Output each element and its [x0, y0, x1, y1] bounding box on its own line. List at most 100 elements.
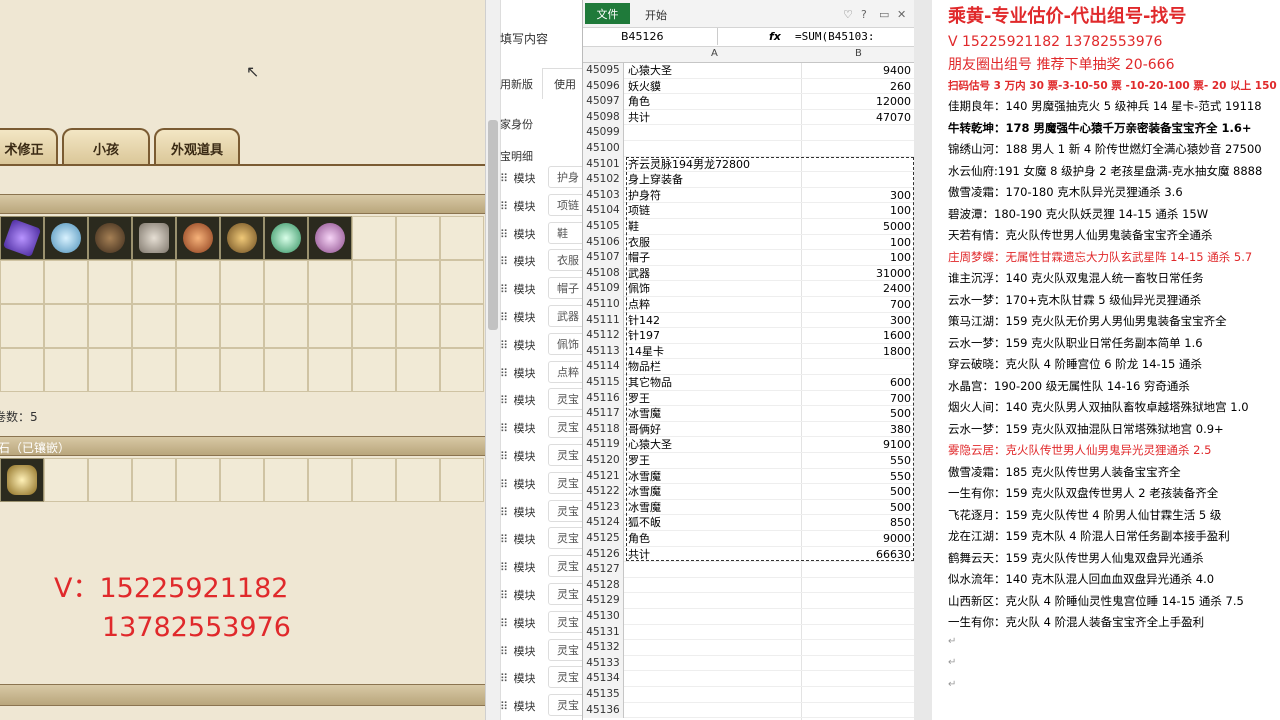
tab-appearance-items[interactable]: 外观道具 — [154, 128, 240, 166]
cell-a[interactable]: 妖火貘 — [628, 79, 798, 95]
row-number[interactable]: 45100 — [583, 141, 624, 157]
drag-handle-icon[interactable]: ⠿ — [500, 478, 510, 491]
help-icon[interactable]: ? — [861, 8, 867, 21]
cell-b[interactable]: 100 — [801, 235, 911, 251]
item-slot[interactable] — [440, 260, 484, 304]
module-chip[interactable]: 灵宝 — [548, 471, 583, 494]
module-chip[interactable]: 护身 — [548, 166, 583, 188]
cell-b[interactable]: 12000 — [801, 94, 911, 110]
module-chip[interactable]: 灵宝 — [548, 444, 583, 466]
row-number[interactable]: 45114 — [583, 359, 624, 375]
item-slot[interactable] — [44, 348, 88, 392]
cell-b[interactable]: 850 — [801, 515, 911, 531]
row-number[interactable]: 45097 — [583, 94, 624, 110]
item-slot[interactable] — [264, 216, 308, 260]
item-slot[interactable] — [176, 458, 220, 502]
formula-input[interactable]: =SUM(B45103: — [795, 28, 874, 45]
item-slot[interactable] — [88, 348, 132, 392]
cell-b[interactable]: 66630 — [801, 547, 911, 563]
row-number[interactable]: 45125 — [583, 531, 624, 547]
drag-handle-icon[interactable]: ⠿ — [500, 561, 510, 574]
row-number[interactable]: 45099 — [583, 125, 624, 141]
module-row[interactable]: ⠿ 模块 — [500, 281, 536, 297]
module-row[interactable]: ⠿ 模块 — [500, 559, 536, 575]
drag-handle-icon[interactable]: ⠿ — [500, 422, 510, 435]
row-number[interactable]: 45117 — [583, 406, 624, 422]
module-chip[interactable]: 灵宝 — [548, 388, 583, 411]
drag-handle-icon[interactable]: ⠿ — [500, 311, 510, 324]
module-row[interactable]: ⠿ 模块 — [500, 531, 536, 547]
cell-a[interactable]: 针197 — [628, 328, 798, 344]
item-slot[interactable] — [132, 458, 176, 502]
cell-a[interactable]: 狐不皈 — [628, 515, 798, 531]
scrollbar-thumb[interactable] — [488, 120, 498, 330]
row-number[interactable]: 45104 — [583, 203, 624, 219]
item-slot[interactable] — [264, 304, 308, 348]
row-number[interactable]: 45127 — [583, 562, 624, 578]
cell-a[interactable]: 衣服 — [628, 235, 798, 251]
row-number[interactable]: 45107 — [583, 250, 624, 266]
cell-b[interactable]: 100 — [801, 203, 911, 219]
cell-b[interactable]: 9400 — [801, 63, 911, 79]
row-number[interactable]: 45124 — [583, 515, 624, 531]
row-number[interactable]: 45135 — [583, 687, 624, 703]
module-chip[interactable]: 项链 — [548, 193, 583, 216]
item-slot[interactable] — [88, 458, 132, 502]
module-chip[interactable]: 灵宝 — [548, 610, 583, 633]
cell-b[interactable]: 5000 — [801, 219, 911, 235]
tab-skill-fix[interactable]: 术修正 — [0, 128, 58, 166]
drag-handle-icon[interactable]: ⠿ — [500, 228, 510, 241]
module-chip[interactable]: 灵宝 — [548, 555, 583, 578]
item-slot[interactable] — [220, 216, 264, 260]
cell-a[interactable]: 点粹 — [628, 297, 798, 313]
row-number[interactable]: 45096 — [583, 78, 624, 95]
module-row[interactable]: ⠿ 模块 — [500, 615, 536, 631]
item-slot[interactable] — [0, 304, 44, 348]
cell-b[interactable]: 47070 — [801, 110, 911, 126]
module-chip[interactable]: 灵宝 — [548, 527, 583, 550]
module-row[interactable]: ⠿ 模块 — [500, 253, 536, 269]
cell-b[interactable]: 260 — [801, 79, 911, 95]
item-slot[interactable] — [0, 348, 44, 392]
fx-icon[interactable]: fx — [769, 28, 781, 45]
cell-a[interactable]: 帽子 — [628, 250, 798, 266]
cell-b[interactable]: 1800 — [801, 344, 911, 360]
item-slot[interactable] — [132, 348, 176, 392]
cell-a[interactable]: 共计 — [628, 547, 798, 563]
row-number[interactable]: 45105 — [583, 219, 624, 235]
cell-a[interactable]: 心猿大圣 — [628, 437, 798, 453]
row-number[interactable]: 45101 — [583, 156, 624, 173]
item-slot[interactable] — [0, 458, 44, 502]
row-number[interactable]: 45126 — [583, 546, 624, 563]
row-number[interactable]: 45095 — [583, 63, 624, 79]
item-slot[interactable] — [44, 216, 88, 260]
module-chip[interactable]: 灵宝 — [548, 694, 583, 717]
cell-a[interactable]: 心猿大圣 — [628, 63, 798, 79]
row-number[interactable]: 45122 — [583, 484, 624, 500]
drag-handle-icon[interactable]: ⠿ — [500, 672, 510, 685]
drag-handle-icon[interactable]: ⠿ — [500, 589, 510, 602]
item-slot[interactable] — [264, 260, 308, 304]
cell-a[interactable]: 冰雪魔 — [628, 469, 798, 485]
item-slot[interactable] — [264, 458, 308, 502]
item-slot[interactable] — [352, 304, 396, 348]
module-chip[interactable]: 佩饰 — [548, 332, 583, 355]
item-slot[interactable] — [352, 348, 396, 392]
item-slot[interactable] — [88, 260, 132, 304]
cell-a[interactable]: 武器 — [628, 266, 798, 282]
row-number[interactable]: 45132 — [583, 640, 624, 656]
row-number[interactable]: 45108 — [583, 265, 624, 282]
item-slot[interactable] — [0, 260, 44, 304]
cell-a[interactable]: 罗王 — [628, 391, 798, 407]
row-number[interactable]: 45111 — [583, 312, 624, 329]
row-number[interactable]: 45123 — [583, 499, 624, 516]
cell-b[interactable]: 300 — [801, 313, 911, 329]
cell-b[interactable]: 380 — [801, 422, 911, 438]
item-slot[interactable] — [44, 260, 88, 304]
row-number[interactable]: 45121 — [583, 468, 624, 485]
row-number[interactable]: 45129 — [583, 593, 624, 609]
cell-b[interactable]: 1600 — [801, 328, 911, 344]
cell-b[interactable]: 500 — [801, 406, 911, 422]
cell-a[interactable]: 项链 — [628, 203, 798, 219]
item-slot[interactable] — [308, 216, 352, 260]
